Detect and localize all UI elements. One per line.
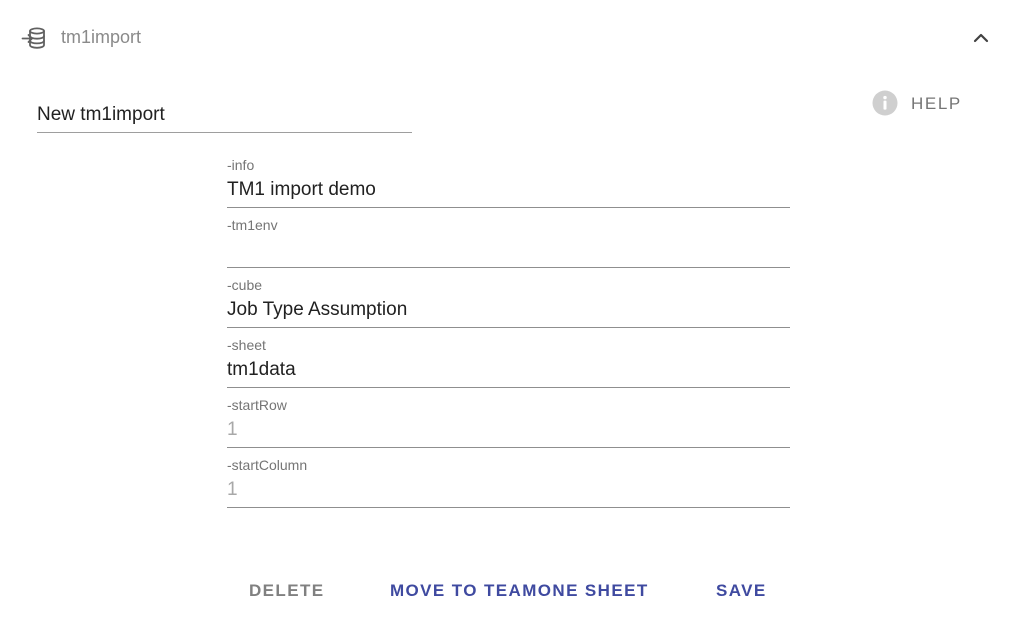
sheet-field[interactable]: -sheet tm1data [227, 337, 790, 388]
tm1import-panel: tm1import New tm1import HELP -info TM1 i… [0, 0, 1019, 627]
sheet-field-value: tm1data [227, 359, 296, 380]
info-field-value: TM1 import demo [227, 179, 376, 200]
name-field-value: New tm1import [37, 104, 165, 125]
sheet-field-label: -sheet [227, 337, 266, 353]
chevron-up-icon[interactable] [968, 26, 994, 50]
import-database-icon [21, 26, 47, 50]
move-to-teamone-sheet-button[interactable]: MOVE TO TEAMONE SHEET [390, 581, 649, 601]
tm1env-field-label: -tm1env [227, 217, 278, 233]
start-column-field-label: -startColumn [227, 457, 308, 473]
info-icon [872, 90, 898, 116]
save-button[interactable]: SAVE [716, 581, 767, 601]
delete-button[interactable]: DELETE [249, 581, 324, 601]
cube-field-label: -cube [227, 277, 263, 293]
help-label: HELP [911, 94, 962, 113]
cube-field[interactable]: -cube Job Type Assumption [227, 277, 790, 328]
start-row-field[interactable]: -startRow 1 [227, 397, 790, 448]
start-row-field-placeholder: 1 [227, 419, 238, 440]
panel-title: tm1import [61, 27, 142, 47]
panel-header[interactable]: tm1import [0, 0, 1019, 74]
info-field[interactable]: -info TM1 import demo [227, 157, 790, 208]
start-row-field-label: -startRow [227, 397, 287, 413]
start-column-field[interactable]: -startColumn 1 [227, 457, 790, 508]
name-field[interactable]: New tm1import [37, 100, 412, 133]
cube-field-value: Job Type Assumption [227, 299, 408, 320]
info-field-label: -info [227, 157, 255, 173]
tm1env-field[interactable]: -tm1env [227, 217, 790, 268]
start-column-field-placeholder: 1 [227, 479, 238, 500]
